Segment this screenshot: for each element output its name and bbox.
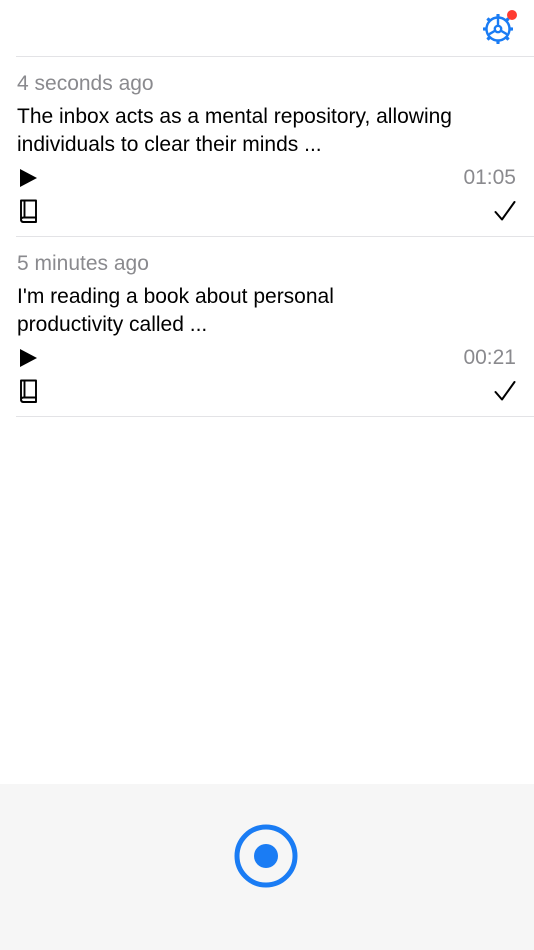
app-screen: 4 seconds ago The inbox acts as a mental… <box>0 0 534 950</box>
item-transcript[interactable]: The inbox acts as a mental repository, a… <box>17 103 497 159</box>
record-button[interactable] <box>234 824 298 888</box>
book-icon[interactable] <box>17 378 39 404</box>
play-icon[interactable] <box>17 167 39 189</box>
item-duration: 01:05 <box>463 166 516 189</box>
recordings-list: 4 seconds ago The inbox acts as a mental… <box>0 57 534 417</box>
list-item[interactable]: 4 seconds ago The inbox acts as a mental… <box>0 57 534 237</box>
gear-icon <box>483 10 517 44</box>
record-toolbar <box>0 784 534 950</box>
item-transcript[interactable]: I'm reading a book about personal produc… <box>17 283 377 339</box>
settings-button[interactable] <box>478 8 518 48</box>
list-item[interactable]: 5 minutes ago I'm reading a book about p… <box>0 237 534 417</box>
play-icon[interactable] <box>17 347 39 369</box>
item-divider <box>16 416 534 417</box>
top-bar <box>0 0 534 57</box>
item-timestamp: 5 minutes ago <box>17 252 149 275</box>
record-icon <box>234 824 298 888</box>
checkmark-icon[interactable] <box>493 199 517 223</box>
notification-dot <box>507 10 517 20</box>
checkmark-icon[interactable] <box>493 379 517 403</box>
book-icon[interactable] <box>17 198 39 224</box>
item-timestamp: 4 seconds ago <box>17 72 154 95</box>
item-duration: 00:21 <box>463 346 516 369</box>
